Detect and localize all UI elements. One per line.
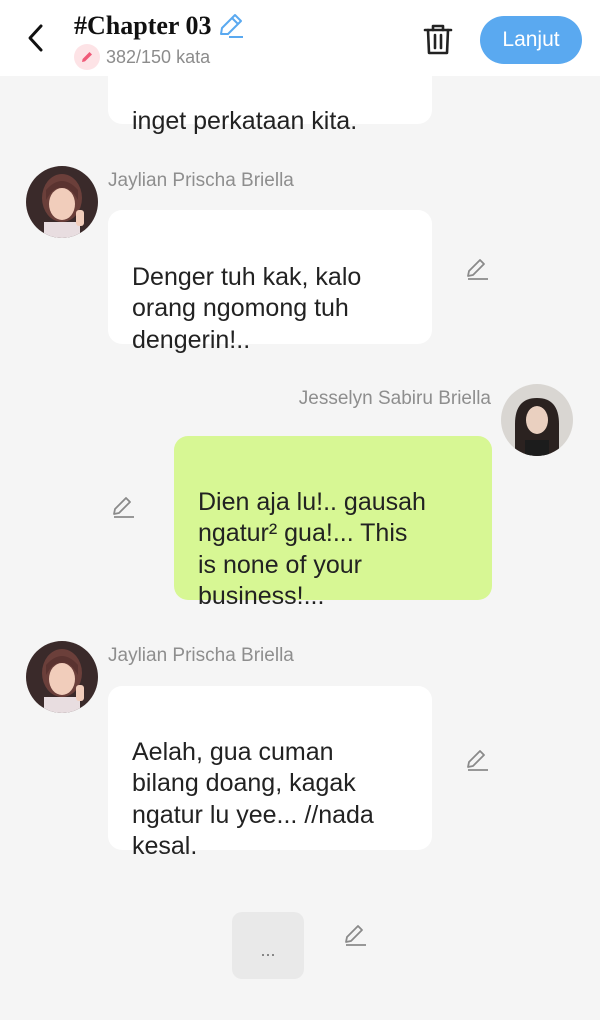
edit-message-icon[interactable] — [108, 492, 138, 522]
next-button[interactable]: Lanjut — [480, 16, 582, 64]
word-count: 382/150 kata — [106, 46, 211, 67]
typing-indicator[interactable]: ... — [232, 912, 304, 979]
pencil-icon[interactable] — [217, 12, 245, 40]
message-text: Aelah, gua cuman bilang doang, kagak nga… — [132, 737, 374, 861]
sender-name: Jaylian Prischa Briella — [108, 170, 294, 191]
edit-message-icon[interactable] — [462, 745, 492, 775]
top-bar: #Chapter 03 382/150 kata Lanjut — [0, 0, 600, 76]
typing-dots: ... — [260, 940, 276, 960]
pencil-badge-icon — [74, 44, 100, 70]
sender-name: Jaylian Prischa Briella — [108, 645, 294, 666]
chevron-left-icon[interactable] — [20, 20, 52, 56]
message-text: Dien aja lu!.. gausah ngatur² gua!... Th… — [198, 487, 426, 611]
chat-area: inget perkataan kita. Jaylian Prischa Br… — [0, 0, 600, 1020]
chapter-header: #Chapter 03 382/150 kata — [74, 10, 245, 70]
edit-message-icon[interactable] — [462, 254, 492, 284]
sender-name: Jesselyn Sabiru Briella — [298, 388, 491, 409]
avatar[interactable] — [501, 384, 573, 456]
message-bubble[interactable]: Aelah, gua cuman bilang doang, kagak nga… — [108, 686, 432, 860]
message-bubble[interactable]: Dien aja lu!.. gausah ngatur² gua!... Th… — [174, 436, 492, 610]
trash-icon[interactable] — [420, 20, 456, 58]
page-title[interactable]: #Chapter 03 — [74, 10, 211, 42]
avatar[interactable] — [26, 641, 98, 713]
message-bubble[interactable]: Denger tuh kak, kalo orang ngomong tuh d… — [108, 210, 432, 354]
edit-message-icon[interactable] — [340, 920, 370, 950]
avatar[interactable] — [26, 166, 98, 238]
message-text: inget perkataan kita. — [132, 106, 358, 135]
message-text: Denger tuh kak, kalo orang ngomong tuh d… — [132, 262, 362, 354]
